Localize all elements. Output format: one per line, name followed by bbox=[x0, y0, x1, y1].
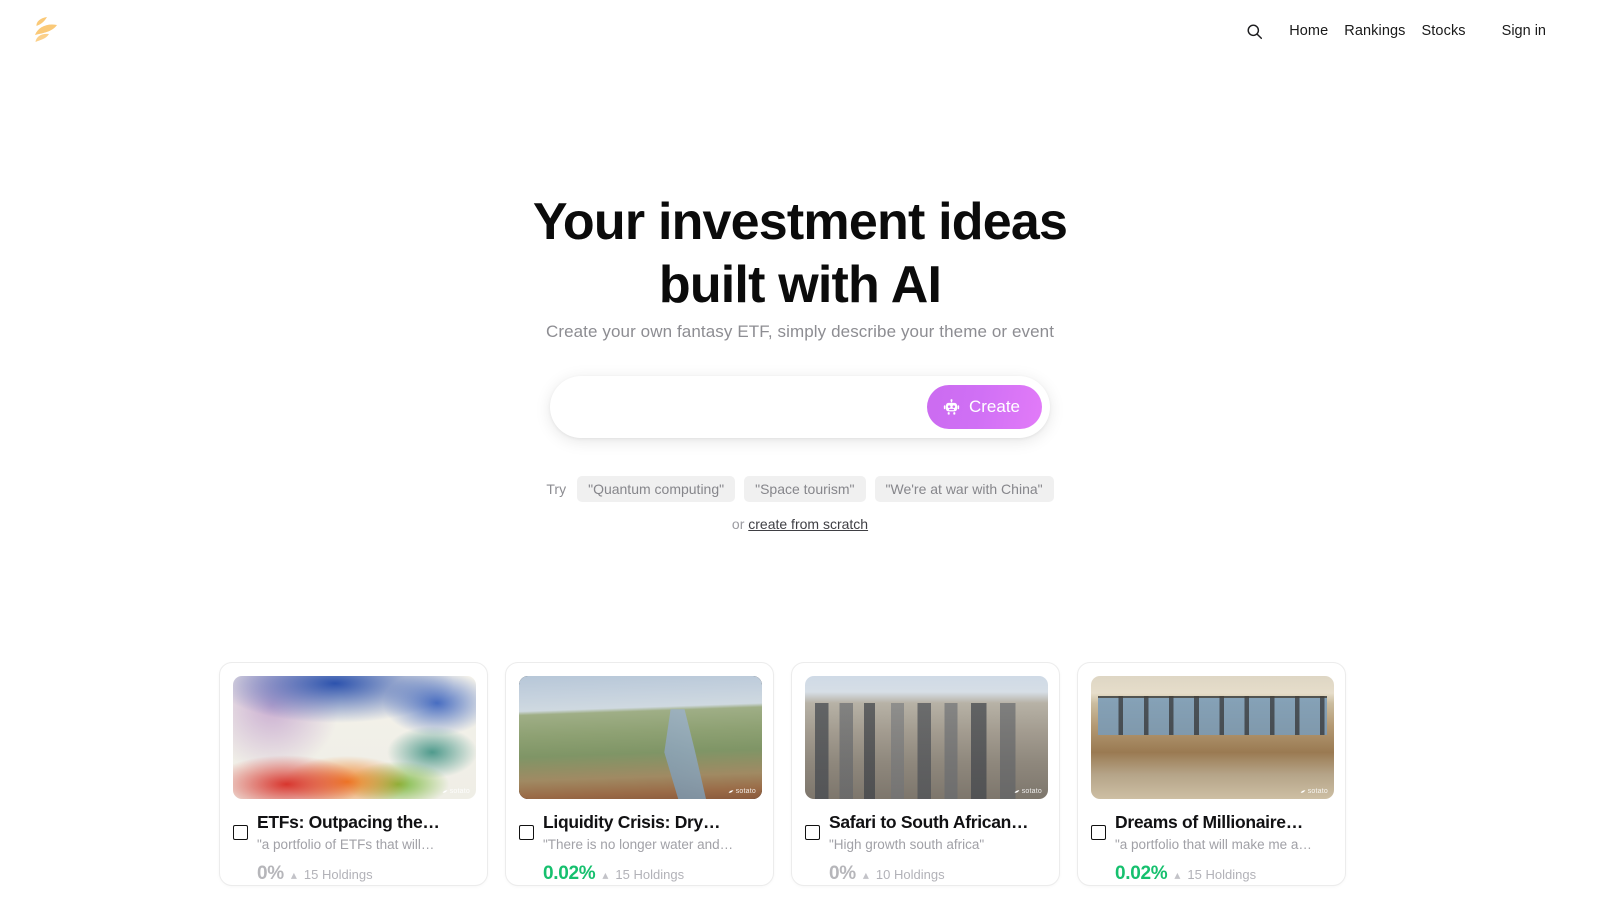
card-body: Safari to South African… "High growth so… bbox=[805, 812, 1046, 852]
or-label: or bbox=[731, 516, 745, 532]
robot-icon bbox=[943, 398, 960, 415]
etf-card[interactable]: sotato Safari to South African… "High gr… bbox=[791, 662, 1060, 886]
card-holdings: 15 Holdings bbox=[1187, 866, 1257, 882]
card-subtitle: "a portfolio that will make me a… bbox=[1115, 836, 1312, 852]
card-stats: 0.02% ▴ 15 Holdings bbox=[1091, 863, 1332, 885]
watermark: sotato bbox=[1014, 788, 1042, 795]
carousel-track: sotato ETFs: Outpacing the… "a portfolio… bbox=[219, 662, 1346, 886]
chip-war-with-china[interactable]: "We're at war with China" bbox=[874, 476, 1054, 502]
trend-arrow-icon: ▴ bbox=[290, 867, 297, 882]
etf-card[interactable]: sotato ETFs: Outpacing the… "a portfolio… bbox=[219, 662, 488, 886]
card-body: Liquidity Crisis: Dry… "There is no long… bbox=[519, 812, 760, 852]
try-label: Try bbox=[546, 481, 567, 497]
nav-right-group: Home Rankings Stocks Sign in bbox=[1241, 0, 1548, 62]
card-subtitle: "There is no longer water and… bbox=[543, 836, 734, 852]
card-select-checkbox[interactable] bbox=[233, 825, 248, 840]
watermark: sotato bbox=[1300, 788, 1328, 795]
prompt-bar[interactable]: Create bbox=[550, 376, 1050, 438]
card-title: Dreams of Millionaire… bbox=[1115, 812, 1303, 832]
watermark: sotato bbox=[442, 788, 470, 795]
trend-arrow-icon: ▴ bbox=[602, 867, 609, 882]
card-stats: 0.02% ▴ 15 Holdings bbox=[519, 863, 760, 885]
create-from-scratch-link[interactable]: create from scratch bbox=[748, 516, 868, 532]
card-texts: Dreams of Millionaire… "a portfolio that… bbox=[1115, 812, 1332, 852]
chip-quantum-computing[interactable]: "Quantum computing" bbox=[577, 476, 736, 502]
search-glass-icon bbox=[1247, 23, 1262, 39]
card-select-checkbox[interactable] bbox=[805, 825, 820, 840]
card-texts: ETFs: Outpacing the… "a portfolio of ETF… bbox=[257, 812, 474, 852]
watermark-text: sotato bbox=[735, 788, 756, 795]
card-percent: 0% bbox=[257, 862, 284, 884]
card-holdings: 15 Holdings bbox=[303, 866, 373, 882]
card-stats: 0% ▴ 10 Holdings bbox=[805, 863, 1046, 885]
card-title: Safari to South African… bbox=[829, 812, 1029, 832]
watermark: sotato bbox=[728, 788, 756, 795]
logo-leaf-mark[interactable] bbox=[27, 13, 63, 47]
city-skyline-aerial-image: sotato bbox=[805, 676, 1048, 799]
create-button[interactable]: Create bbox=[926, 385, 1042, 429]
card-texts: Safari to South African… "High growth so… bbox=[829, 812, 1046, 852]
card-subtitle: "a portfolio of ETFs that will… bbox=[257, 836, 435, 852]
top-navigation-bar: Home Rankings Stocks Sign in bbox=[0, 0, 1600, 62]
search-icon[interactable] bbox=[1241, 18, 1267, 44]
watermark-icon bbox=[1300, 789, 1306, 793]
watermark-icon bbox=[442, 789, 448, 793]
headline-line-2: built with AI bbox=[658, 256, 942, 315]
card-select-checkbox[interactable] bbox=[1091, 825, 1106, 840]
card-percent: 0.02% bbox=[1115, 862, 1168, 884]
card-stats: 0% ▴ 15 Holdings bbox=[233, 863, 474, 885]
card-percent: 0% bbox=[829, 862, 856, 884]
card-body: ETFs: Outpacing the… "a portfolio of ETF… bbox=[233, 812, 474, 852]
prompt-bar-container: Create bbox=[550, 376, 1050, 438]
trading-floor-office-image: sotato bbox=[1091, 676, 1334, 799]
watermark-text: sotato bbox=[449, 788, 470, 795]
card-holdings: 15 Holdings bbox=[615, 866, 685, 882]
create-button-label: Create bbox=[968, 397, 1020, 416]
featured-etf-carousel: sotato ETFs: Outpacing the… "a portfolio… bbox=[0, 662, 1600, 900]
trend-arrow-icon: ▴ bbox=[862, 867, 869, 882]
card-percent: 0.02% bbox=[543, 862, 596, 884]
logo-leaf-icon bbox=[35, 17, 57, 42]
watermark-icon bbox=[728, 789, 734, 793]
watermark-text: sotato bbox=[1021, 788, 1042, 795]
card-body: Dreams of Millionaire… "a portfolio that… bbox=[1091, 812, 1332, 852]
abstract-paint-splash-image: sotato bbox=[233, 676, 476, 799]
watermark-icon bbox=[1014, 789, 1020, 793]
dry-river-landscape-image: sotato bbox=[519, 676, 762, 799]
card-holdings: 10 Holdings bbox=[875, 866, 945, 882]
chip-space-tourism[interactable]: "Space tourism" bbox=[744, 476, 866, 502]
card-subtitle: "High growth south africa" bbox=[829, 836, 985, 852]
nav-link-rankings[interactable]: Rankings bbox=[1336, 23, 1413, 39]
etf-card[interactable]: sotato Liquidity Crisis: Dry… "There is … bbox=[505, 662, 774, 886]
suggestion-chips-row: Try "Quantum computing" "Space tourism" … bbox=[0, 476, 1600, 502]
card-title: ETFs: Outpacing the… bbox=[257, 812, 440, 832]
nav-link-stocks[interactable]: Stocks bbox=[1414, 23, 1474, 39]
sign-in-button[interactable]: Sign in bbox=[1500, 23, 1548, 39]
card-texts: Liquidity Crisis: Dry… "There is no long… bbox=[543, 812, 760, 852]
headline-line-1: Your investment ideas bbox=[532, 193, 1068, 251]
hero-subtitle: Create your own fantasy ETF, simply desc… bbox=[545, 322, 1055, 341]
nav-link-home[interactable]: Home bbox=[1281, 23, 1336, 39]
page-title: Your investment ideas built with AI bbox=[0, 193, 1600, 315]
create-from-scratch-row: or create from scratch bbox=[0, 516, 1600, 532]
card-select-checkbox[interactable] bbox=[519, 825, 534, 840]
trend-arrow-icon: ▴ bbox=[1174, 867, 1181, 882]
etf-card[interactable]: sotato Dreams of Millionaire… "a portfol… bbox=[1077, 662, 1346, 886]
card-title: Liquidity Crisis: Dry… bbox=[543, 812, 721, 832]
watermark-text: sotato bbox=[1307, 788, 1328, 795]
